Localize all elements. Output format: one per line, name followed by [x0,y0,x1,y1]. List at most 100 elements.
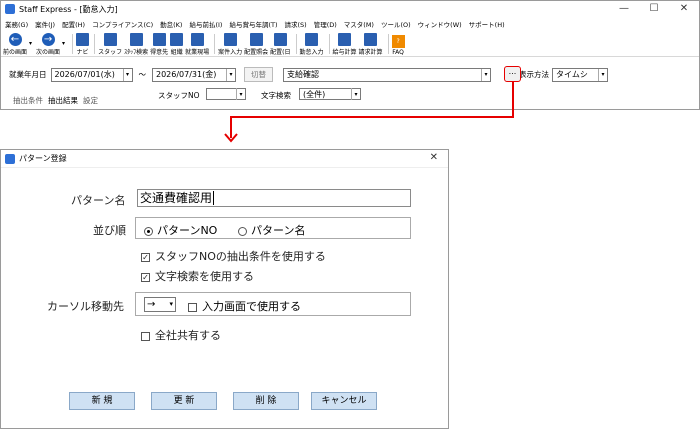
sort-option-no[interactable]: パターンNO [144,222,217,238]
tool-placement-day[interactable]: 配置(日 [270,30,291,56]
radio-off-icon [238,226,247,236]
menu-seikyu[interactable]: 請求(S) [285,19,307,29]
date-from-field[interactable]: 2026/07/01(水) ▾ [50,67,133,82]
tab-conditions[interactable]: 抽出条件 [13,95,43,106]
tab-results[interactable]: 抽出結果 [48,95,78,106]
checkbox-unchecked-icon [141,331,150,341]
callout-arrowhead-icon [224,133,238,143]
tool-attendance-input[interactable]: 勤怠入力 [300,30,324,56]
cancel-button[interactable]: キャンセル [311,392,377,410]
menu-haichi[interactable]: 配置(H) [62,19,85,29]
tool-navi[interactable]: ナビ [76,30,90,56]
cursor-direction-select[interactable]: → ▾ [144,297,176,312]
tool-org[interactable]: 組織 [170,30,184,56]
toolbar-divider [328,34,330,54]
display-select[interactable]: タイムシ ▾ [552,67,608,82]
display-dropdown-icon[interactable]: ▾ [598,68,607,81]
checkbox-checked-icon: ✓ [141,272,150,282]
window-controls: — ☐ ✕ [609,1,699,17]
filter-row-2: 抽出条件 抽出結果 設定 スタッフNO ▾ 文字検索 (全件) ▾ [1,87,700,107]
menu-kyuyo[interactable]: 給与賞与年調(T) [229,19,277,29]
toolbar-divider [72,34,74,54]
dialog-app-icon [5,153,15,164]
faq-icon: ? [391,35,405,48]
date-to-field[interactable]: 2026/07/31(金) ▾ [152,67,236,82]
date-from-dropdown-icon[interactable]: ▾ [122,68,132,81]
arrow-right-icon: → [41,33,55,46]
pattern-dropdown-icon[interactable]: ▾ [481,68,490,81]
tool-billing[interactable]: 請求計算 [359,30,383,56]
share-all-checkbox[interactable]: 全社共有する [141,327,221,343]
menu-bar: 業務(G) 案件(J) 配置(H) コンプライアンス(C) 勤怠(K) 給与前払… [1,17,699,31]
toolbar-divider [295,34,297,54]
billing-icon [364,33,378,46]
app-icon [5,4,15,14]
minimize-icon[interactable]: — [609,1,639,17]
close-icon[interactable]: ✕ [669,1,699,17]
tool-staff-search[interactable]: ｽﾀｯﾌ検索 [124,30,148,56]
date-to-dropdown-icon[interactable]: ▾ [226,68,235,81]
back-dropdown-icon[interactable]: ▾ [29,40,32,47]
text-search-dropdown-icon[interactable]: ▾ [351,88,360,100]
menu-support[interactable]: サポート(H) [469,19,505,29]
display-label: 表示方法 [519,70,549,79]
tool-staff[interactable]: スタッフ [98,30,122,56]
menu-maebarai[interactable]: 給与前払(I) [189,19,222,29]
forward-dropdown-icon[interactable]: ▾ [62,40,65,47]
delete-button[interactable]: 削 除 [233,392,299,410]
use-staff-no-checkbox[interactable]: ✓ スタッフNOの抽出条件を使用する [141,248,326,264]
menu-master[interactable]: マスタ(M) [344,19,374,29]
main-window: Staff Express - [勤怠入力] — ☐ ✕ 業務(G) 案件(J)… [0,0,700,110]
title-bar: Staff Express - [勤怠入力] [1,1,699,17]
new-button[interactable]: 新 規 [69,392,135,410]
tool-forward[interactable]: → 次の画面 [36,30,60,56]
use-in-input-checkbox[interactable]: 入力画面で使用する [188,298,301,314]
tool-back[interactable]: ← 前の画面 [3,30,27,56]
placement-day-icon [273,33,287,46]
checkbox-unchecked-icon [188,302,197,312]
tool-placement-query[interactable]: 配置照会 [244,30,268,56]
maximize-icon[interactable]: ☐ [639,1,669,17]
cursor-dropdown-icon[interactable]: ▾ [169,298,173,311]
dialog-close-icon[interactable]: ✕ [430,152,438,163]
tool-site[interactable]: 就業現場 [185,30,209,56]
tool-faq[interactable]: ? FAQ [391,30,405,56]
pattern-register-dialog: パターン登録 ✕ パターン名 交通費確認用 並び順 パターンNO パターン名 ✓… [0,149,449,429]
menu-anken[interactable]: 案件(J) [35,19,55,29]
staff-no-dropdown-icon[interactable]: ▾ [236,88,245,100]
toolbar: ← 前の画面 ▾ → 次の画面 ▾ ナビ スタッフ ｽﾀｯﾌ検索 得意先 組織 就業… [1,31,699,57]
update-button[interactable]: 更 新 [151,392,217,410]
tab-settings[interactable]: 設定 [83,95,98,106]
date-separator: 〜 [138,70,147,79]
tool-case-input[interactable]: 案件入力 [218,30,242,56]
site-icon [190,33,204,46]
menu-kintai[interactable]: 勤怠(K) [160,19,182,29]
pattern-browse-button[interactable]: ... [504,66,521,82]
text-search-label: 文字検索 [261,91,291,100]
staff-search-icon [129,33,143,46]
cursor-label: カーソル移動先 [47,300,124,313]
toolbar-divider [387,34,389,54]
menu-compliance[interactable]: コンプライアンス(C) [92,19,153,29]
tab-bar: 抽出条件 抽出結果 設定 [13,95,103,106]
use-text-search-checkbox[interactable]: ✓ 文字検索を使用する [141,268,254,284]
menu-tool[interactable]: ツール(O) [381,19,411,29]
text-search-select[interactable]: (全件) ▾ [299,88,361,100]
pattern-select[interactable]: 支給確認 ▾ [283,67,491,82]
menu-gyomu[interactable]: 業務(G) [5,19,28,29]
client-icon [152,33,166,46]
tool-client[interactable]: 得意先 [150,30,168,56]
tool-payroll[interactable]: 給与計算 [333,30,357,56]
dialog-title: パターン登録 [19,154,67,163]
menu-kanri[interactable]: 管理(D) [314,19,337,29]
navi-icon [76,33,90,46]
staff-no-select[interactable]: ▾ [206,88,246,100]
pattern-name-input[interactable]: 交通費確認用 [137,189,411,207]
placement-query-icon [249,33,263,46]
sort-option-name[interactable]: パターン名 [238,222,305,238]
switch-button[interactable]: 切替 [244,67,273,82]
menu-window[interactable]: ウィンドウ(W) [418,19,462,29]
sort-label: 並び順 [93,224,126,237]
callout-arrow-vertical [512,82,514,118]
pattern-name-label: パターン名 [71,194,126,207]
